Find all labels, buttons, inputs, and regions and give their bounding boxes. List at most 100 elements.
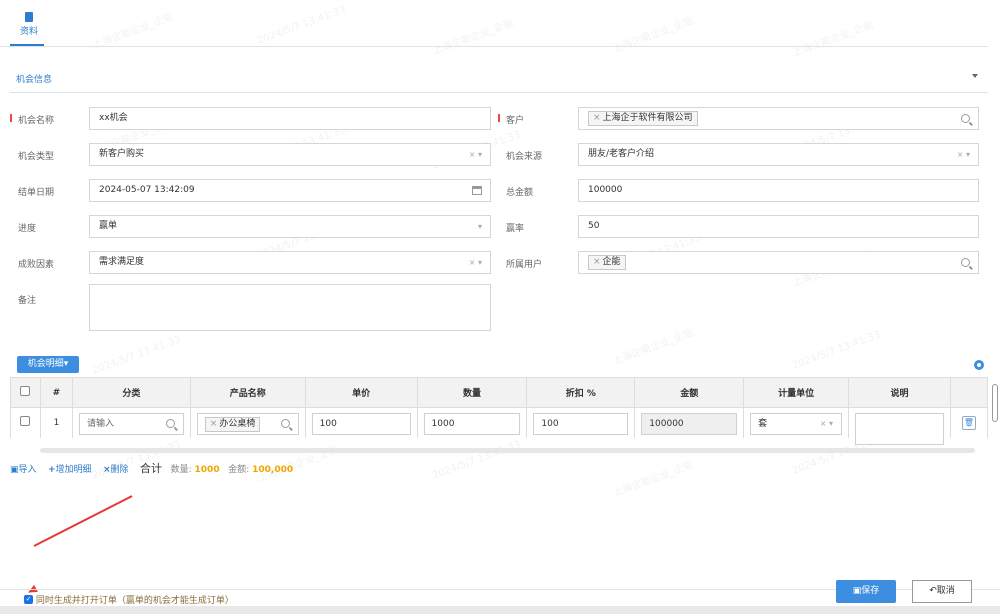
row-checkbox[interactable] bbox=[20, 416, 31, 427]
column-header: 金额 bbox=[634, 377, 745, 408]
remark-textarea[interactable] bbox=[89, 284, 491, 331]
remark-label: 备注 bbox=[18, 296, 37, 306]
gear-icon[interactable] bbox=[974, 360, 984, 370]
select-all-checkbox[interactable] bbox=[20, 386, 31, 396]
dropdown-icon[interactable]: ▾ bbox=[478, 216, 482, 237]
unit-select[interactable]: 套 × ▾ bbox=[750, 413, 843, 435]
undo-icon: ↶ bbox=[929, 586, 937, 596]
clear-dropdown-icon[interactable]: × ▾ bbox=[820, 414, 833, 434]
product-tag[interactable]: × 办公桌椅 bbox=[204, 417, 261, 432]
amount-summary-label: 金额: bbox=[228, 465, 250, 475]
discount-input[interactable]: 100 bbox=[533, 413, 629, 435]
remove-tag-icon[interactable]: × bbox=[593, 113, 601, 123]
watermark: 2024/5/7 13:41:33 bbox=[255, 4, 348, 47]
close-date-label: 结单日期 bbox=[18, 188, 55, 198]
close-date-input[interactable]: 2024-05-07 13:42:09 bbox=[89, 179, 491, 202]
progress-label: 进度 bbox=[18, 224, 37, 234]
customer-tag[interactable]: × 上海企于软件有限公司 bbox=[588, 111, 698, 126]
watermark: 上海企能企业_企能 bbox=[791, 19, 876, 60]
opportunity-type-select[interactable]: 新客户购买 × ▾ bbox=[89, 143, 491, 166]
search-icon[interactable] bbox=[961, 258, 970, 267]
watermark: 上海企能企业_企能 bbox=[611, 327, 696, 368]
total-amount-input[interactable]: 100000 bbox=[578, 179, 979, 202]
table-scrollbar[interactable] bbox=[40, 448, 975, 453]
window-bottom-strip bbox=[0, 606, 1000, 614]
clear-dropdown-icon[interactable]: × ▾ bbox=[957, 144, 970, 165]
action-column-header bbox=[949, 377, 989, 408]
delete-row-icon[interactable]: 🗑 bbox=[961, 415, 976, 430]
price-input[interactable]: 100 bbox=[311, 413, 411, 435]
amount-summary-value: 100,000 bbox=[252, 465, 294, 475]
add-detail-link[interactable]: +增加明细 bbox=[48, 465, 92, 475]
column-header: 折扣 % bbox=[526, 377, 636, 408]
section-divider bbox=[10, 92, 988, 93]
cancel-button[interactable]: ↶取消 bbox=[912, 580, 972, 603]
save-icon: ▣ bbox=[852, 586, 862, 596]
watermark: 2024/5/7 13:41:33 bbox=[790, 329, 883, 372]
opportunity-source-select[interactable]: 朋友/老客户介绍 × ▾ bbox=[578, 143, 979, 166]
owner-label: 所属用户 bbox=[506, 260, 543, 270]
search-icon[interactable] bbox=[280, 419, 290, 428]
generate-order-label: 同时生成并打开订单（赢单的机会才能生成订单） bbox=[35, 596, 234, 606]
generate-order-option[interactable]: ✓ 同时生成并打开订单（赢单的机会才能生成订单） bbox=[24, 593, 234, 606]
annotation-arrow bbox=[33, 495, 133, 547]
watermark: 上海企能企业_企能 bbox=[431, 17, 516, 58]
product-select[interactable]: × 办公桌椅 bbox=[196, 413, 299, 435]
column-header: 分类 bbox=[71, 377, 191, 408]
import-link[interactable]: ▣导入 bbox=[10, 465, 37, 475]
generate-order-checkbox[interactable]: ✓ bbox=[24, 595, 33, 604]
table-header-row: # 分类 产品名称 单价 数量 折扣 % 金额 计量单位 说明 bbox=[10, 377, 989, 408]
watermark: 2024/5/7 13:41:33 bbox=[430, 439, 523, 482]
column-header: 单价 bbox=[304, 377, 418, 408]
column-header: 计量单位 bbox=[743, 377, 850, 408]
customer-label: 客户 bbox=[506, 116, 525, 126]
remove-tag-icon[interactable]: × bbox=[210, 419, 218, 429]
table-action-bar: ▣导入 +增加明细 ×删除 合计 数量: 1000 金额: 100,000 bbox=[10, 460, 293, 476]
opportunity-name-label: 机会名称 bbox=[18, 116, 55, 126]
detail-tab-button[interactable]: 机会明细▾ bbox=[17, 356, 79, 373]
success-factor-label: 成败因素 bbox=[18, 260, 55, 270]
column-header: 数量 bbox=[416, 377, 528, 408]
calendar-icon[interactable] bbox=[472, 186, 482, 195]
required-marker bbox=[498, 114, 500, 122]
opportunity-name-input[interactable]: xx机会 bbox=[89, 107, 491, 130]
search-icon[interactable] bbox=[165, 419, 175, 428]
watermark: 2024/5/7 13:41:33 bbox=[90, 334, 183, 377]
qty-summary-label: 数量: bbox=[170, 465, 192, 475]
summary-label: 合计 bbox=[140, 462, 163, 475]
detail-table: # 分类 产品名称 单价 数量 折扣 % 金额 计量单位 说明 1 请输入 × 办… bbox=[10, 377, 989, 445]
remove-tag-icon[interactable]: × bbox=[593, 257, 601, 267]
select-all-header bbox=[10, 377, 41, 408]
owner-select[interactable]: × 企能 bbox=[578, 251, 979, 274]
collapse-caret-icon[interactable] bbox=[972, 74, 978, 78]
column-header: 产品名称 bbox=[189, 377, 306, 408]
watermark: 上海企能企业_企能 bbox=[91, 11, 176, 52]
clear-dropdown-icon[interactable]: × ▾ bbox=[469, 252, 482, 273]
table-row: 1 请输入 × 办公桌椅 100 1000 100 100000 套 × ▾ 🗑 bbox=[10, 407, 989, 445]
tab-info[interactable]: 资料 bbox=[14, 12, 44, 37]
tab-info-label: 资料 bbox=[19, 27, 38, 37]
qty-summary-value: 1000 bbox=[194, 465, 220, 475]
section-title: 机会信息 bbox=[16, 75, 53, 85]
win-rate-input[interactable]: 50 bbox=[578, 215, 979, 238]
progress-select[interactable]: 赢单 ▾ bbox=[89, 215, 491, 238]
search-icon[interactable] bbox=[961, 114, 970, 123]
quantity-input[interactable]: 1000 bbox=[423, 413, 521, 435]
delete-link[interactable]: ×删除 bbox=[103, 465, 129, 475]
book-icon bbox=[25, 12, 33, 22]
category-input[interactable]: 请输入 bbox=[78, 413, 184, 435]
page-scroll-handle[interactable] bbox=[992, 384, 998, 422]
owner-tag[interactable]: × 企能 bbox=[588, 255, 626, 270]
success-factor-select[interactable]: 需求满足度 × ▾ bbox=[89, 251, 491, 274]
clear-dropdown-icon[interactable]: × ▾ bbox=[469, 144, 482, 165]
row-index: 1 bbox=[39, 407, 73, 438]
column-header: # bbox=[39, 377, 73, 408]
total-amount-label: 总金额 bbox=[506, 188, 534, 198]
opportunity-source-label: 机会来源 bbox=[506, 152, 543, 162]
watermark: 上海企能企业_企能 bbox=[611, 459, 696, 500]
note-textarea[interactable] bbox=[855, 413, 944, 445]
customer-select[interactable]: × 上海企于软件有限公司 bbox=[578, 107, 979, 130]
watermark: 上海企能企业_企能 bbox=[611, 15, 696, 56]
save-button[interactable]: ▣保存 bbox=[836, 580, 896, 603]
tab-divider bbox=[0, 46, 988, 47]
